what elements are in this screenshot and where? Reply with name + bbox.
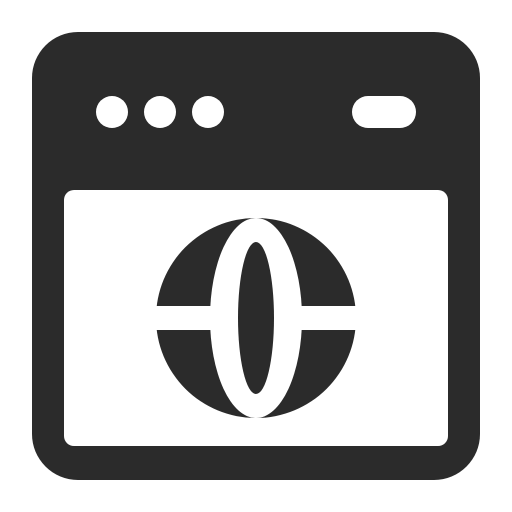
globe-equator-right bbox=[292, 306, 362, 330]
globe-equator-left bbox=[150, 306, 220, 330]
globe-meridian-inner bbox=[238, 242, 274, 394]
window-pill bbox=[352, 96, 416, 128]
window-dot-1 bbox=[96, 96, 128, 128]
browser-window-icon bbox=[0, 0, 512, 512]
window-dot-2 bbox=[144, 96, 176, 128]
browser-window-svg bbox=[32, 32, 480, 480]
window-dot-3 bbox=[192, 96, 224, 128]
